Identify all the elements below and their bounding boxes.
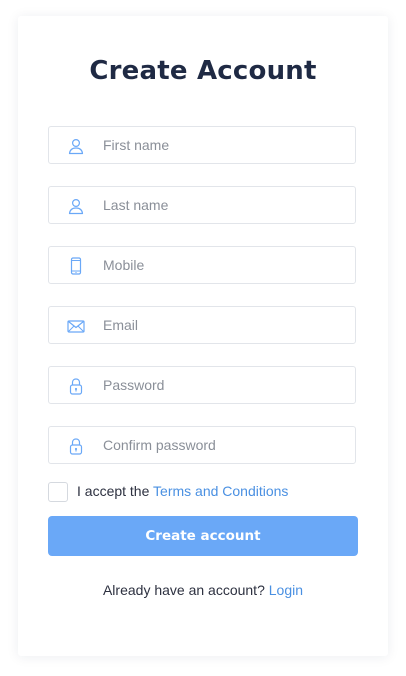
last-name-field[interactable] xyxy=(48,186,356,224)
confirm-password-field[interactable] xyxy=(48,426,356,464)
terms-text: I accept the Terms and Conditions xyxy=(77,483,288,499)
first-name-input[interactable] xyxy=(103,127,343,163)
mobile-icon xyxy=(70,257,82,275)
terms-prefix: I accept the xyxy=(77,483,150,499)
create-account-button[interactable]: Create account xyxy=(48,516,358,556)
login-link[interactable]: Login xyxy=(269,582,303,598)
user-icon xyxy=(68,198,84,215)
email-field[interactable] xyxy=(48,306,356,344)
user-icon xyxy=(68,138,84,155)
lock-icon xyxy=(69,378,83,395)
mobile-input[interactable] xyxy=(103,247,343,283)
first-name-field[interactable] xyxy=(48,126,356,164)
terms-link[interactable]: Terms and Conditions xyxy=(153,483,288,499)
mobile-field[interactable] xyxy=(48,246,356,284)
lock-icon xyxy=(69,438,83,455)
email-input[interactable] xyxy=(103,307,343,343)
terms-row: I accept the Terms and Conditions xyxy=(48,482,356,502)
confirm-password-input[interactable] xyxy=(103,427,343,463)
password-input[interactable] xyxy=(103,367,343,403)
login-prompt-text: Already have an account? xyxy=(102,582,265,598)
signup-card: Create Account First name Last name Mobi… xyxy=(18,16,388,656)
last-name-input[interactable] xyxy=(103,187,343,223)
envelope-icon xyxy=(67,320,85,333)
terms-checkbox[interactable] xyxy=(48,482,68,502)
password-field[interactable] xyxy=(48,366,356,404)
login-prompt: Already have an account? Login xyxy=(18,582,388,598)
page-title: Create Account xyxy=(89,56,317,86)
